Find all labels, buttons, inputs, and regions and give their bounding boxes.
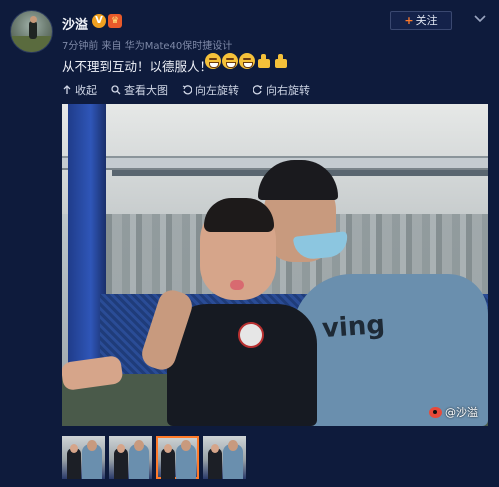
username[interactable]: 沙溢 (62, 14, 88, 33)
rotate-left-button[interactable]: 向左旋转 (182, 82, 239, 98)
thumbnail-4[interactable] (203, 436, 246, 479)
rotate-left-label: 向左旋转 (195, 84, 239, 97)
hoodie-text: ving (321, 309, 386, 345)
grin-emoji-icon (239, 53, 255, 69)
chevron-down-icon[interactable] (474, 14, 486, 24)
thumbnail-2[interactable] (109, 436, 152, 479)
thumbnail-3-selected[interactable] (156, 436, 199, 479)
view-large-label: 查看大图 (124, 84, 168, 97)
kid-badge (238, 322, 264, 348)
main-photo[interactable]: ving @沙溢 (62, 104, 488, 426)
kid-mouth (230, 280, 244, 290)
weibo-logo-icon (429, 406, 442, 418)
arrow-up-icon (63, 85, 71, 94)
photo-watermark: @沙溢 (429, 404, 478, 420)
crown-badge-icon: ♛ (108, 14, 122, 28)
post-text: 从不理到互动！以德服人！ (62, 59, 213, 74)
avatar[interactable] (10, 10, 53, 53)
magnifier-icon (111, 85, 121, 95)
view-large-button[interactable]: 查看大图 (111, 82, 168, 98)
verified-badge-icon: V (92, 14, 106, 28)
thumbnail-1[interactable] (62, 436, 105, 479)
kid-jacket (167, 304, 317, 426)
follow-button[interactable]: + 关注 (390, 11, 452, 30)
collapse-button[interactable]: 收起 (62, 82, 97, 98)
weibo-post: 沙溢 V ♛ 7分钟前 来自 华为Mate40保时捷设计 + 关注 从不理到互动！… (0, 0, 499, 487)
post-meta: 7分钟前 来自 华为Mate40保时捷设计 (62, 41, 233, 52)
grin-emoji-icon (205, 53, 221, 69)
thumbnail-strip (62, 436, 246, 479)
rotate-right-icon (253, 85, 263, 95)
grin-emoji-icon (222, 53, 238, 69)
rotate-left-icon (182, 85, 192, 95)
rotate-right-label: 向右旋转 (266, 84, 310, 97)
image-toolbar: 收起 查看大图 向左旋转 向右旋转 (62, 82, 310, 98)
thumbs-up-icon (273, 53, 289, 69)
watermark-text: @沙溢 (445, 406, 478, 419)
thumbs-up-icon (256, 53, 272, 69)
rotate-right-button[interactable]: 向右旋转 (253, 82, 310, 98)
plus-icon: + (404, 14, 414, 27)
kid-hair (204, 198, 274, 232)
follow-label: 关注 (415, 14, 438, 27)
emoji-group (205, 53, 289, 69)
collapse-label: 收起 (75, 84, 97, 97)
